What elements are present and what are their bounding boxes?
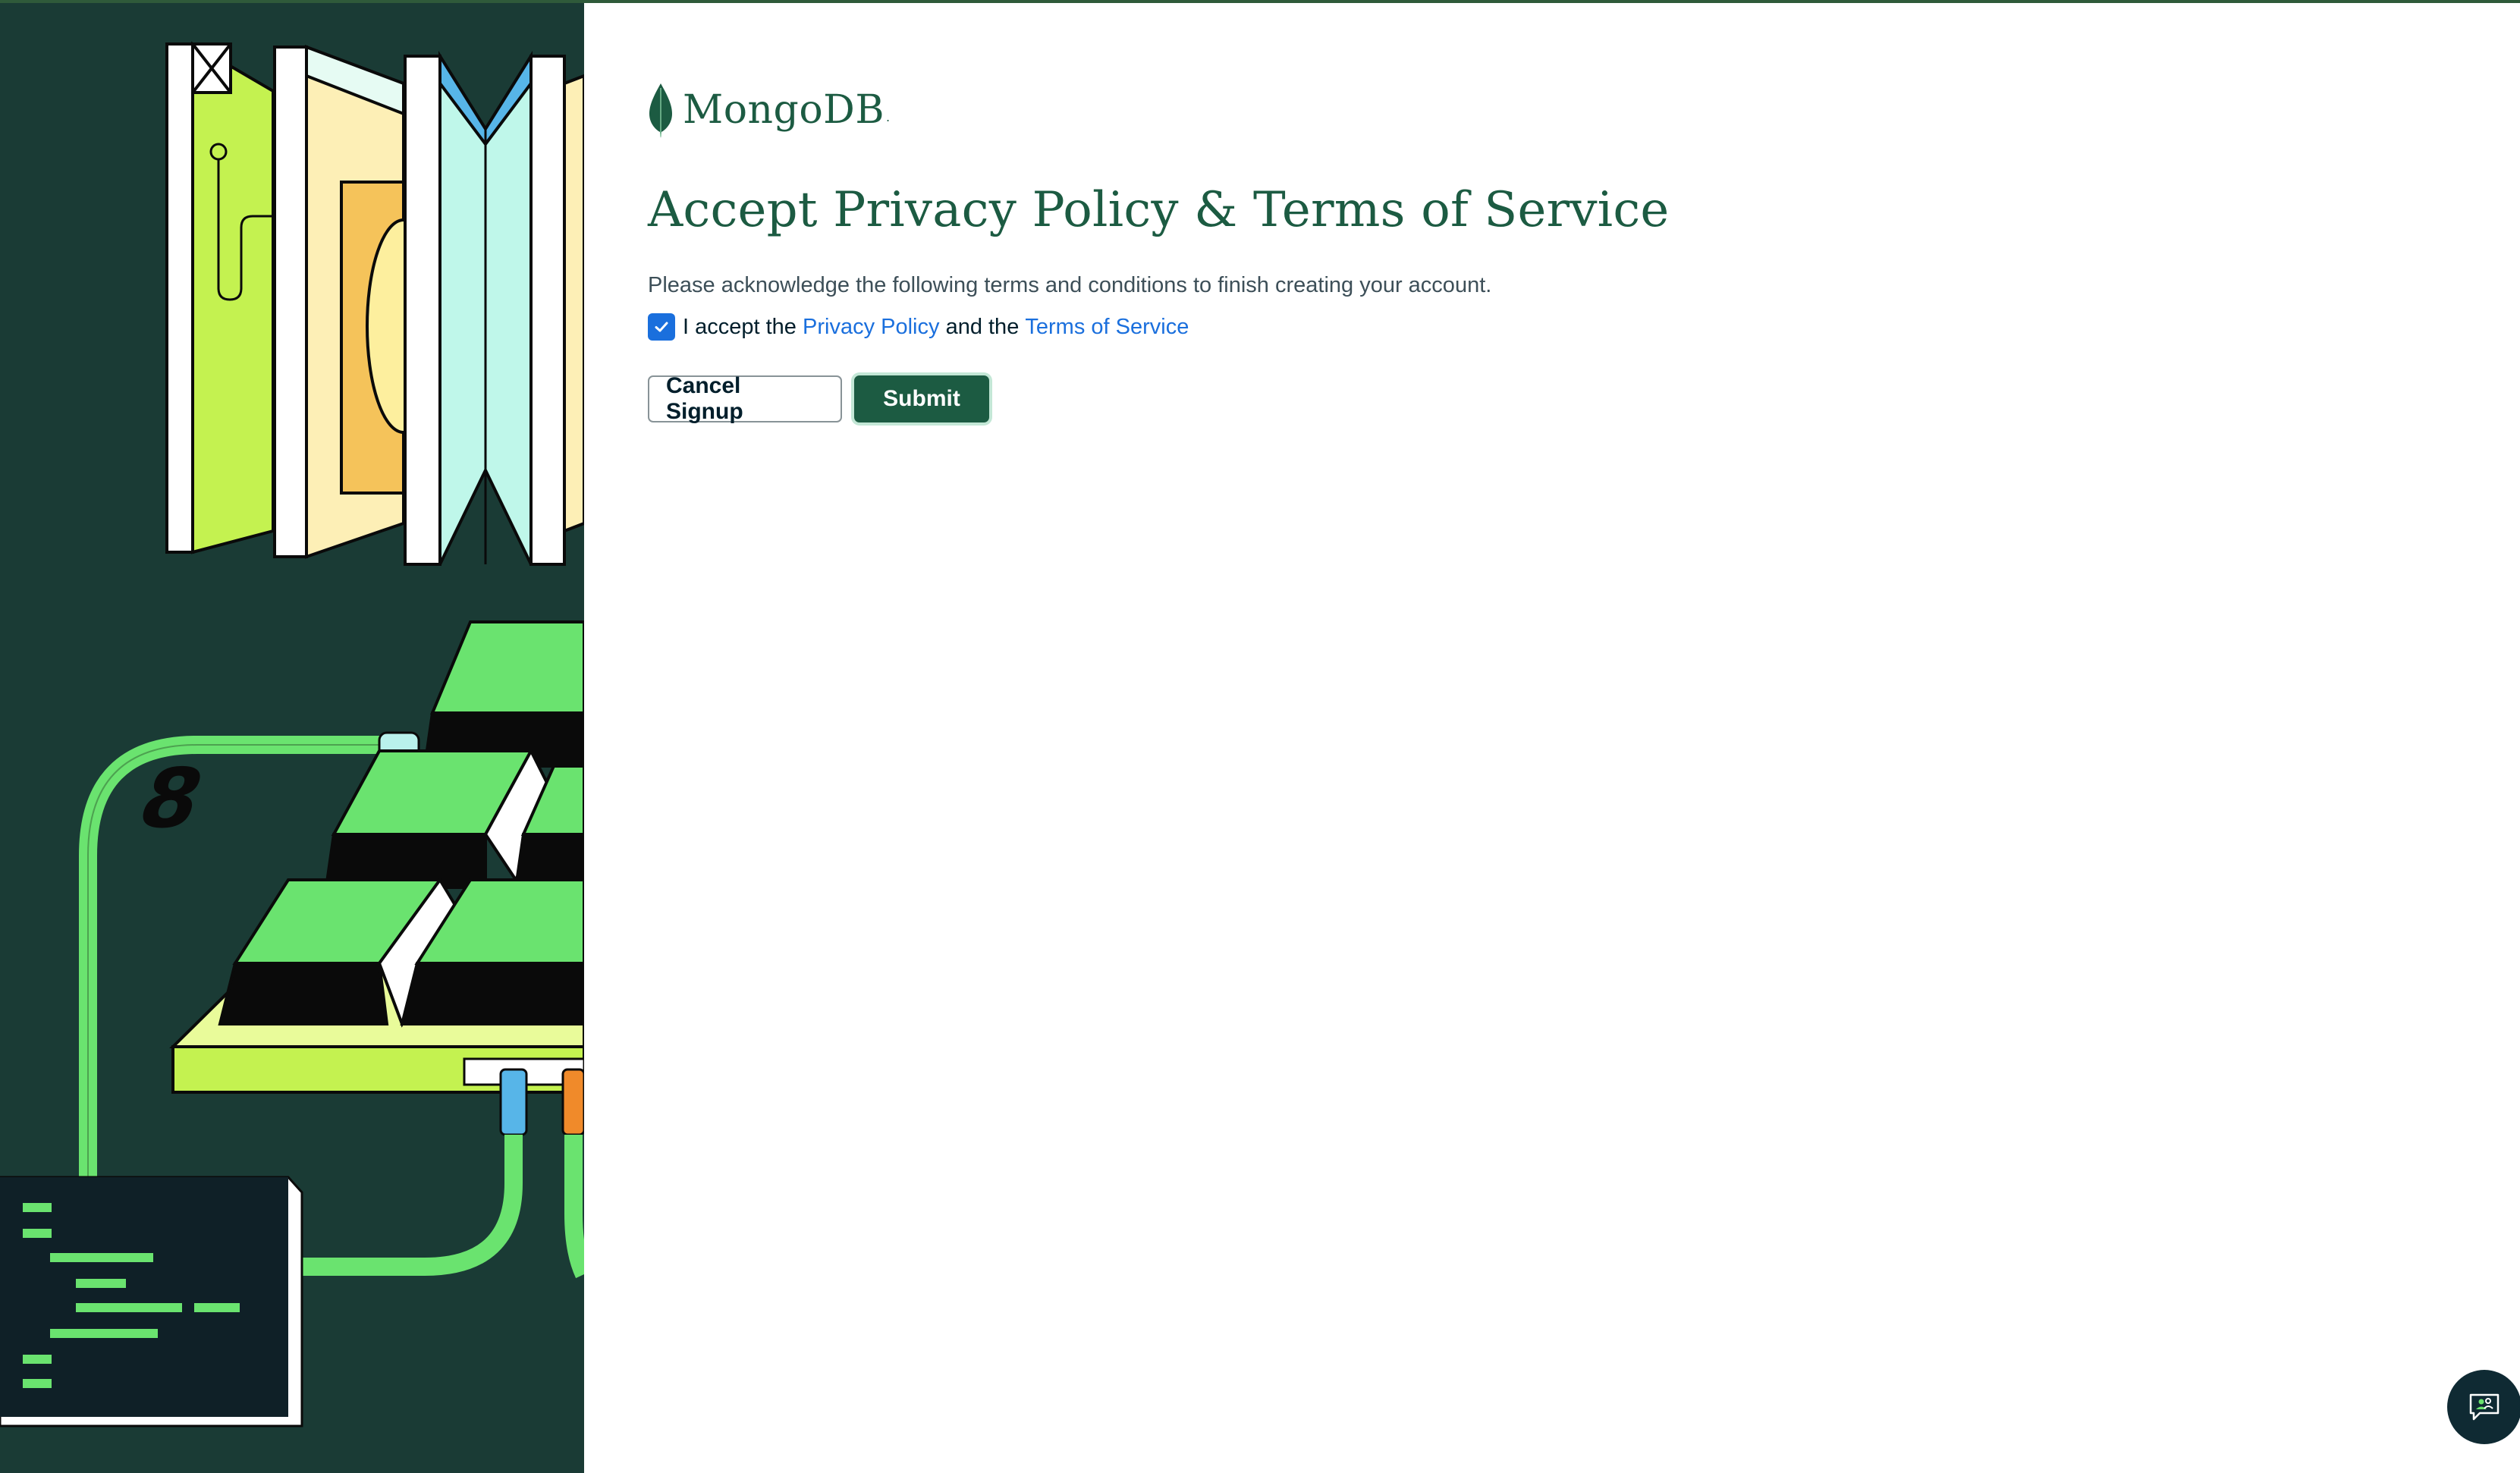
checkmark-icon xyxy=(655,322,668,332)
page-title: Accept Privacy Policy & Terms of Service xyxy=(648,182,1670,238)
mongodb-leaf-icon xyxy=(649,83,672,138)
decorative-illustration: 8 xyxy=(0,41,584,1427)
consent-prefix: I accept the xyxy=(683,314,797,339)
accept-terms-checkbox[interactable] xyxy=(648,313,675,341)
page-description: Please acknowledge the following terms a… xyxy=(648,273,1492,297)
registered-mark: . xyxy=(886,109,891,124)
terms-of-service-link[interactable]: Terms of Service xyxy=(1025,315,1189,340)
signup-consent-form: MongoDB . Accept Privacy Policy & Terms … xyxy=(648,76,1670,424)
chat-support-button[interactable] xyxy=(2447,1370,2520,1444)
consent-connector: and the xyxy=(945,314,1020,339)
form-actions: Cancel Signup Submit xyxy=(648,373,1669,424)
keycap-label: 8 xyxy=(127,752,215,847)
brand-name: MongoDB xyxy=(683,87,885,133)
illustration-panel: 8 xyxy=(0,0,584,1473)
top-accent-line xyxy=(0,0,2520,3)
privacy-policy-link[interactable]: Privacy Policy xyxy=(803,315,940,340)
cancel-signup-button[interactable]: Cancel Signup xyxy=(648,373,842,424)
consent-row: I accept the Privacy Policy and the Term… xyxy=(648,313,1669,341)
chat-support-icon xyxy=(2469,1393,2500,1421)
mongodb-logo[interactable]: MongoDB . xyxy=(648,76,1669,144)
submit-button[interactable]: Submit xyxy=(854,375,989,422)
